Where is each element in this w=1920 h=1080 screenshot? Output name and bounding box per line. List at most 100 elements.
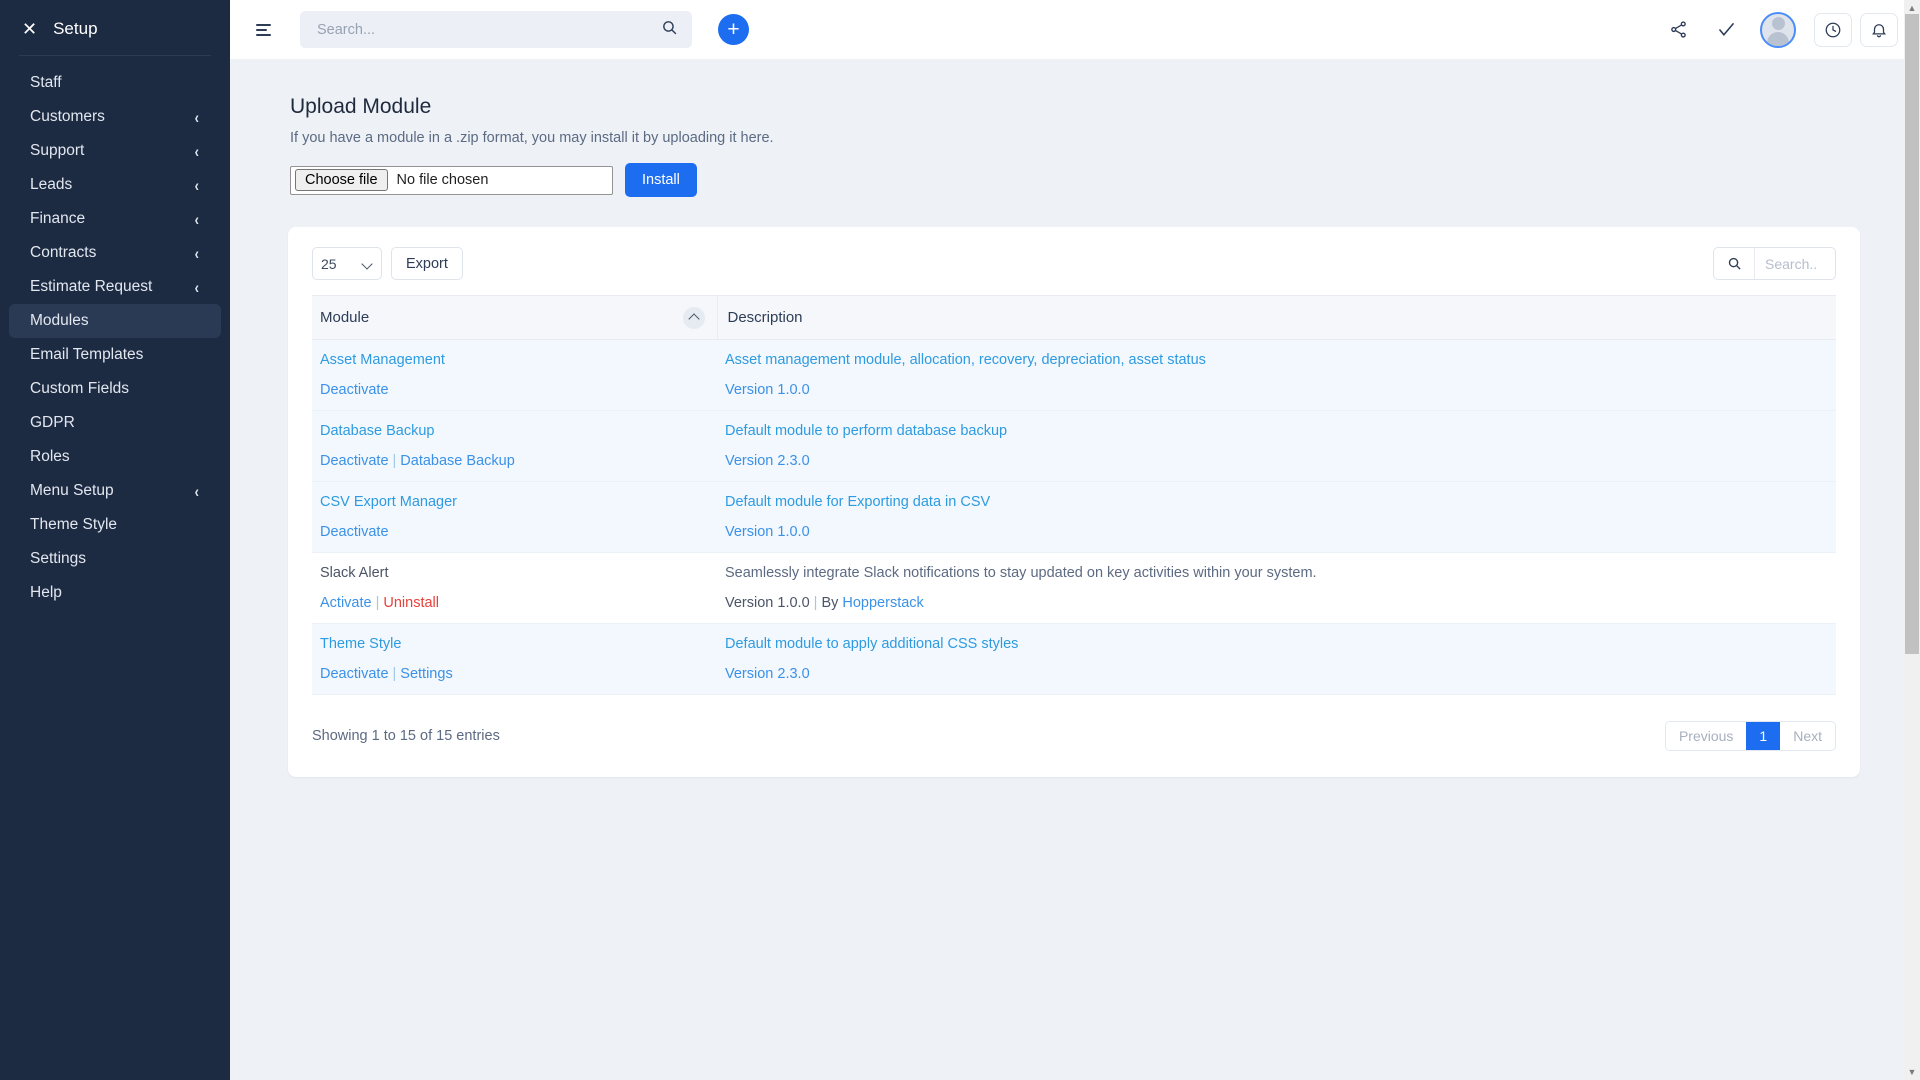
module-author[interactable]: Hopperstack xyxy=(842,595,923,611)
choose-file-button[interactable]: Choose file xyxy=(295,169,388,191)
module-meta: Version 2.3.0 xyxy=(725,453,1828,469)
sidebar-item-contracts[interactable]: Contracts ‹ xyxy=(9,236,221,270)
file-input[interactable]: Choose file No file chosen xyxy=(290,166,613,195)
module-action-activate[interactable]: Activate xyxy=(320,595,372,611)
content-scroll: Upload Module If you have a module in a … xyxy=(230,59,1920,1080)
chevron-left-icon[interactable]: ‹ xyxy=(195,482,199,501)
module-name[interactable]: Database Backup xyxy=(320,423,709,439)
global-search[interactable] xyxy=(300,11,692,48)
sidebar-item-custom-fields[interactable]: Custom Fields xyxy=(9,372,221,406)
sidebar-item-customers[interactable]: Customers ‹ xyxy=(9,100,221,134)
module-meta: Version 1.0.0|By Hopperstack xyxy=(725,595,1828,611)
chevron-up-icon[interactable] xyxy=(683,307,705,329)
module-action-settings[interactable]: Settings xyxy=(400,666,452,682)
share-icon[interactable] xyxy=(1654,10,1702,50)
module-name[interactable]: Theme Style xyxy=(320,636,709,652)
module-description: Default module to apply additional CSS s… xyxy=(725,636,1828,652)
module-action-deactivate[interactable]: Deactivate xyxy=(320,524,389,540)
module-meta: Version 1.0.0 xyxy=(725,382,1828,398)
chevron-left-icon[interactable]: ‹ xyxy=(195,210,199,229)
sidebar-item-email-templates[interactable]: Email Templates xyxy=(9,338,221,372)
chevron-left-icon[interactable]: ‹ xyxy=(195,278,199,297)
avatar[interactable] xyxy=(1760,12,1796,48)
cell-description: Asset management module, allocation, rec… xyxy=(717,340,1836,411)
module-name: Slack Alert xyxy=(320,565,709,581)
table-head: Module Description xyxy=(312,296,1836,340)
sidebar-item-gdpr[interactable]: GDPR xyxy=(9,406,221,440)
table-search[interactable] xyxy=(1713,247,1836,280)
sidebar-item-theme-style[interactable]: Theme Style xyxy=(9,508,221,542)
module-version: Version 2.3.0 xyxy=(725,666,810,682)
check-icon[interactable] xyxy=(1702,10,1750,50)
table-toolbar: 2550100 Export xyxy=(312,247,1836,280)
sidebar-item-modules[interactable]: Modules xyxy=(9,304,221,338)
module-actions: Activate|Uninstall xyxy=(320,595,709,611)
chevron-left-icon[interactable]: ‹ xyxy=(195,176,199,195)
module-action-database-backup[interactable]: Database Backup xyxy=(400,453,514,469)
sidebar-item-label: Roles xyxy=(30,448,70,466)
module-name[interactable]: CSV Export Manager xyxy=(320,494,709,510)
cell-description: Default module for Exporting data in CSV… xyxy=(717,482,1836,553)
sidebar-nav: StaffCustomers‹Support‹Leads‹Finance‹Con… xyxy=(0,66,230,610)
upload-module-section: Upload Module If you have a module in a … xyxy=(254,59,1896,197)
pagination-page-1[interactable]: 1 xyxy=(1746,722,1780,750)
search-icon[interactable] xyxy=(1714,248,1755,279)
pagination: Previous 1 Next xyxy=(1665,721,1836,751)
showing-entries: Showing 1 to 15 of 15 entries xyxy=(312,728,500,744)
sidebar-item-label: Support xyxy=(30,142,84,160)
sidebar-divider xyxy=(19,55,211,56)
sidebar-header: ✕ Setup xyxy=(0,8,230,55)
column-header-module[interactable]: Module xyxy=(312,296,717,340)
install-button[interactable]: Install xyxy=(625,163,697,197)
pagination-next[interactable]: Next xyxy=(1780,722,1835,750)
sidebar-item-label: Contracts xyxy=(30,244,96,262)
sidebar-item-menu-setup[interactable]: Menu Setup‹ xyxy=(9,474,221,508)
sidebar-item-estimate-request[interactable]: Estimate Request‹ xyxy=(9,270,221,304)
sidebar-item-staff[interactable]: Staff xyxy=(9,66,221,100)
topbar-actions xyxy=(1654,10,1898,50)
chevron-left-icon[interactable]: ‹ xyxy=(195,244,199,263)
search-icon[interactable] xyxy=(661,19,678,41)
hamburger-icon[interactable] xyxy=(248,15,278,45)
table-search-input[interactable] xyxy=(1755,256,1835,272)
module-action-uninstall[interactable]: Uninstall xyxy=(383,595,439,611)
action-separator: | xyxy=(393,453,397,469)
module-version: Version 1.0.0 xyxy=(725,382,810,398)
page-length-select[interactable]: 2550100 xyxy=(312,247,382,280)
column-label: Module xyxy=(320,309,369,326)
chevron-left-icon[interactable]: ‹ xyxy=(195,142,199,161)
module-action-deactivate[interactable]: Deactivate xyxy=(320,666,389,682)
module-name[interactable]: Asset Management xyxy=(320,352,709,368)
sidebar-item-label: Custom Fields xyxy=(30,380,129,398)
module-action-deactivate[interactable]: Deactivate xyxy=(320,382,389,398)
cell-module: CSV Export Manager Deactivate xyxy=(312,482,717,553)
module-action-deactivate[interactable]: Deactivate xyxy=(320,453,389,469)
bell-icon[interactable] xyxy=(1860,13,1898,47)
table-header-row: Module Description xyxy=(312,296,1836,340)
scrollbar-thumb[interactable] xyxy=(1905,14,1919,654)
sidebar-item-leads[interactable]: Leads‹ xyxy=(9,168,221,202)
search-input[interactable] xyxy=(317,22,661,38)
vertical-scrollbar[interactable]: ▲ ▼ xyxy=(1904,0,1920,1080)
sidebar-item-finance[interactable]: Finance‹ xyxy=(9,202,221,236)
clock-icon[interactable] xyxy=(1814,13,1852,47)
page-title: Upload Module xyxy=(290,95,1896,119)
action-separator: | xyxy=(376,595,380,611)
sidebar-item-label: Modules xyxy=(30,312,89,330)
sidebar-item-help[interactable]: Help xyxy=(9,576,221,610)
sidebar-item-roles[interactable]: Roles xyxy=(9,440,221,474)
cell-module: Slack Alert Activate|Uninstall xyxy=(312,553,717,624)
add-button[interactable]: + xyxy=(718,14,749,45)
close-icon[interactable]: ✕ xyxy=(22,20,37,38)
column-header-description[interactable]: Description xyxy=(717,296,1836,340)
sidebar-item-support[interactable]: Support ‹ xyxy=(9,134,221,168)
chevron-left-icon[interactable]: ‹ xyxy=(195,108,199,127)
table-row: Slack AlertActivate|UninstallSeamlessly … xyxy=(312,553,1836,624)
module-version: Version 1.0.0 xyxy=(725,524,810,540)
sidebar-item-label: Customers xyxy=(30,108,105,126)
scroll-down-icon[interactable]: ▼ xyxy=(1904,1064,1920,1080)
pagination-previous[interactable]: Previous xyxy=(1666,722,1746,750)
sidebar-item-settings[interactable]: Settings xyxy=(9,542,221,576)
sidebar-item-label: Staff xyxy=(30,74,62,92)
export-button[interactable]: Export xyxy=(391,247,463,280)
